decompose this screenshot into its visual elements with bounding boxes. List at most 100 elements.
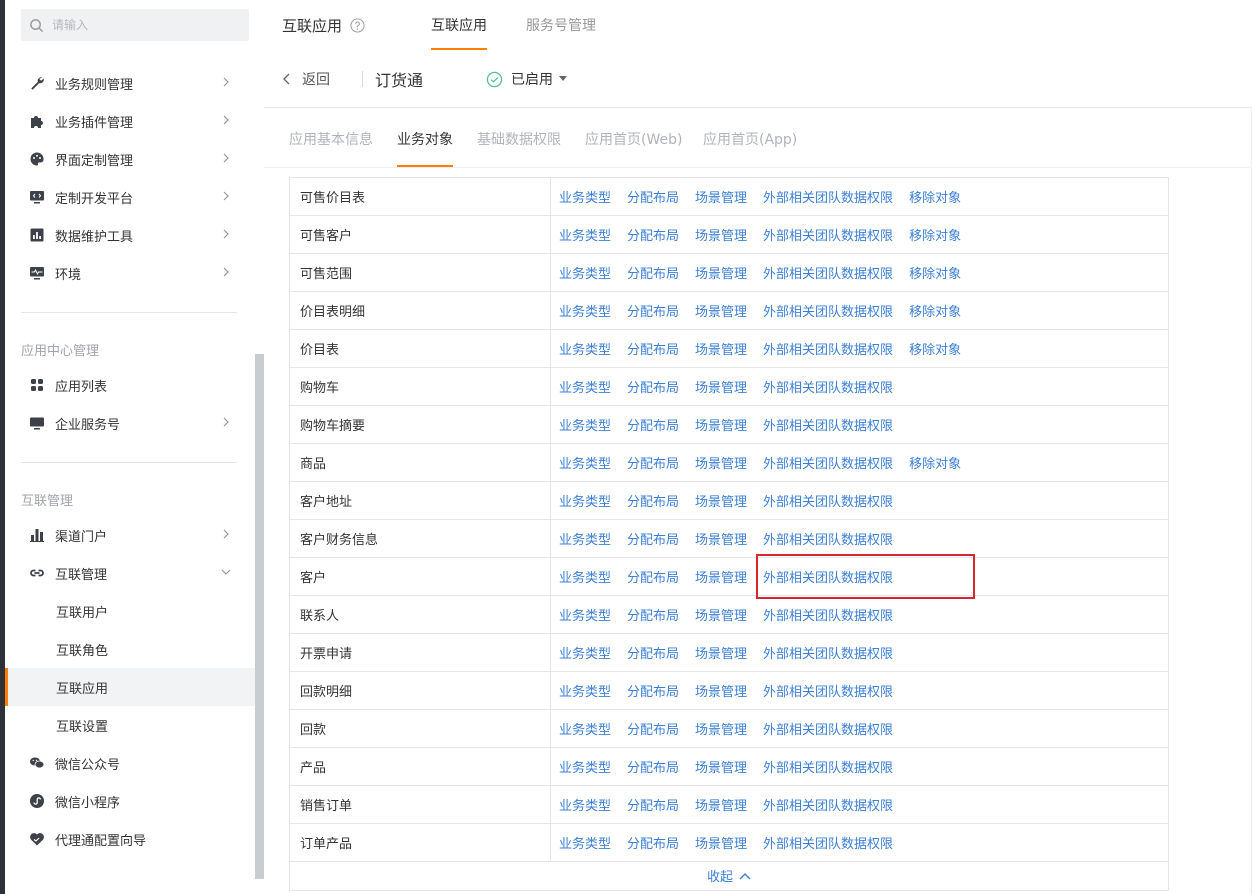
action-link[interactable]: 外部相关团队数据权限 xyxy=(763,681,893,700)
status-dropdown[interactable]: 已启用 xyxy=(486,69,567,89)
action-link[interactable]: 移除对象 xyxy=(909,263,961,282)
search-input[interactable] xyxy=(52,18,232,32)
action-link[interactable]: 业务类型 xyxy=(559,605,611,624)
action-link[interactable]: 分配布局 xyxy=(627,415,679,434)
action-link[interactable]: 场景管理 xyxy=(695,301,747,320)
action-link[interactable]: 场景管理 xyxy=(695,529,747,548)
collapse-button[interactable]: 收起 xyxy=(289,861,1169,891)
action-link[interactable]: 外部相关团队数据权限 xyxy=(763,301,893,320)
action-link[interactable]: 场景管理 xyxy=(695,567,747,586)
action-link[interactable]: 业务类型 xyxy=(559,529,611,548)
action-link[interactable]: 场景管理 xyxy=(695,491,747,510)
action-link[interactable]: 外部相关团队数据权限 xyxy=(763,339,893,358)
tab-app-home-app[interactable]: 应用首页(App) xyxy=(703,129,797,167)
action-link[interactable]: 业务类型 xyxy=(559,567,611,586)
action-link[interactable]: 场景管理 xyxy=(695,795,747,814)
action-link[interactable]: 场景管理 xyxy=(695,377,747,396)
action-link[interactable]: 分配布局 xyxy=(627,605,679,624)
sidebar-subitem-interconnect-settings[interactable]: 互联设置 xyxy=(5,706,255,744)
action-link[interactable]: 场景管理 xyxy=(695,339,747,358)
action-link[interactable]: 场景管理 xyxy=(695,719,747,738)
action-link[interactable]: 分配布局 xyxy=(627,377,679,396)
action-link[interactable]: 分配布局 xyxy=(627,643,679,662)
action-link[interactable]: 外部相关团队数据权限 xyxy=(763,263,893,282)
action-link[interactable]: 移除对象 xyxy=(909,453,961,472)
sidebar-item-business-rules[interactable]: 业务规则管理 xyxy=(5,64,255,102)
action-link[interactable]: 外部相关团队数据权限 xyxy=(763,377,893,396)
action-link[interactable]: 业务类型 xyxy=(559,491,611,510)
search-box[interactable] xyxy=(21,9,249,41)
action-link[interactable]: 分配布局 xyxy=(627,529,679,548)
action-link[interactable]: 业务类型 xyxy=(559,795,611,814)
action-link[interactable]: 分配布局 xyxy=(627,453,679,472)
action-link[interactable]: 移除对象 xyxy=(909,225,961,244)
back-button[interactable]: 返回 xyxy=(282,69,330,89)
action-link[interactable]: 外部相关团队数据权限 xyxy=(763,795,893,814)
action-link[interactable]: 分配布局 xyxy=(627,795,679,814)
sidebar-item-interconnect-mgmt[interactable]: 互联管理 xyxy=(5,554,255,592)
sidebar-item-enterprise-service[interactable]: 企业服务号 xyxy=(5,404,255,442)
action-link[interactable]: 外部相关团队数据权限 xyxy=(763,187,893,206)
action-link[interactable]: 分配布局 xyxy=(627,187,679,206)
action-link[interactable]: 业务类型 xyxy=(559,681,611,700)
action-link[interactable]: 场景管理 xyxy=(695,415,747,434)
action-link[interactable]: 分配布局 xyxy=(627,833,679,852)
action-link[interactable]: 业务类型 xyxy=(559,377,611,396)
action-link[interactable]: 业务类型 xyxy=(559,301,611,320)
action-link[interactable]: 场景管理 xyxy=(695,225,747,244)
action-link[interactable]: 业务类型 xyxy=(559,719,611,738)
action-link[interactable]: 分配布局 xyxy=(627,719,679,738)
action-link[interactable]: 外部相关团队数据权限 xyxy=(763,643,893,662)
action-link[interactable]: 外部相关团队数据权限 xyxy=(763,225,893,244)
action-link[interactable]: 外部相关团队数据权限 xyxy=(763,757,893,776)
action-link[interactable]: 业务类型 xyxy=(559,643,611,662)
action-link[interactable]: 场景管理 xyxy=(695,681,747,700)
action-link[interactable]: 场景管理 xyxy=(695,605,747,624)
action-link[interactable]: 分配布局 xyxy=(627,681,679,700)
action-link[interactable]: 业务类型 xyxy=(559,225,611,244)
action-link[interactable]: 业务类型 xyxy=(559,453,611,472)
action-link[interactable]: 外部相关团队数据权限 xyxy=(763,833,893,852)
action-link[interactable]: 外部相关团队数据权限 xyxy=(763,453,893,472)
sidebar-subitem-interconnect-users[interactable]: 互联用户 xyxy=(5,592,255,630)
action-link[interactable]: 场景管理 xyxy=(695,833,747,852)
sidebar-item-agent-wizard[interactable]: 代理通配置向导 xyxy=(5,820,255,858)
action-link[interactable]: 业务类型 xyxy=(559,833,611,852)
action-link[interactable]: 业务类型 xyxy=(559,187,611,206)
sidebar-item-environment[interactable]: 环境 xyxy=(5,254,255,292)
action-link[interactable]: 分配布局 xyxy=(627,567,679,586)
action-link[interactable]: 外部相关团队数据权限 xyxy=(763,491,893,510)
tab-basic-info[interactable]: 应用基本信息 xyxy=(289,129,373,167)
action-link[interactable]: 分配布局 xyxy=(627,757,679,776)
action-link[interactable]: 业务类型 xyxy=(559,415,611,434)
tab-app-home-web[interactable]: 应用首页(Web) xyxy=(585,129,682,167)
sidebar-item-wechat-official[interactable]: 微信公众号 xyxy=(5,744,255,782)
sidebar-item-channel-portal[interactable]: 渠道门户 xyxy=(5,516,255,554)
action-link[interactable]: 场景管理 xyxy=(695,643,747,662)
tab-business-objects[interactable]: 业务对象 xyxy=(397,129,453,167)
action-link[interactable]: 业务类型 xyxy=(559,757,611,776)
action-link[interactable]: 分配布局 xyxy=(627,491,679,510)
action-link[interactable]: 移除对象 xyxy=(909,301,961,320)
sidebar-scrollbar[interactable] xyxy=(255,354,264,879)
tab-basic-data-permissions[interactable]: 基础数据权限 xyxy=(477,129,561,167)
action-link[interactable]: 分配布局 xyxy=(627,263,679,282)
tab-service-account-mgmt[interactable]: 服务号管理 xyxy=(526,15,596,50)
sidebar-item-wechat-mini[interactable]: 微信小程序 xyxy=(5,782,255,820)
action-link[interactable]: 场景管理 xyxy=(695,263,747,282)
action-link[interactable]: 分配布局 xyxy=(627,339,679,358)
sidebar-subitem-interconnect-roles[interactable]: 互联角色 xyxy=(5,630,255,668)
sidebar-item-app-list[interactable]: 应用列表 xyxy=(5,366,255,404)
action-link[interactable]: 外部相关团队数据权限 xyxy=(763,415,893,434)
sidebar-item-data-tools[interactable]: 数据维护工具 xyxy=(5,216,255,254)
sidebar-subitem-interconnect-apps[interactable]: 互联应用 xyxy=(5,668,255,706)
sidebar-item-business-plugins[interactable]: 业务插件管理 xyxy=(5,102,255,140)
action-link[interactable]: 场景管理 xyxy=(695,187,747,206)
action-link[interactable]: 移除对象 xyxy=(909,339,961,358)
action-link[interactable]: 场景管理 xyxy=(695,757,747,776)
action-link[interactable]: 场景管理 xyxy=(695,453,747,472)
action-link[interactable]: 业务类型 xyxy=(559,263,611,282)
action-link[interactable]: 分配布局 xyxy=(627,301,679,320)
action-link[interactable]: 外部相关团队数据权限 xyxy=(763,567,893,586)
action-link[interactable]: 业务类型 xyxy=(559,339,611,358)
